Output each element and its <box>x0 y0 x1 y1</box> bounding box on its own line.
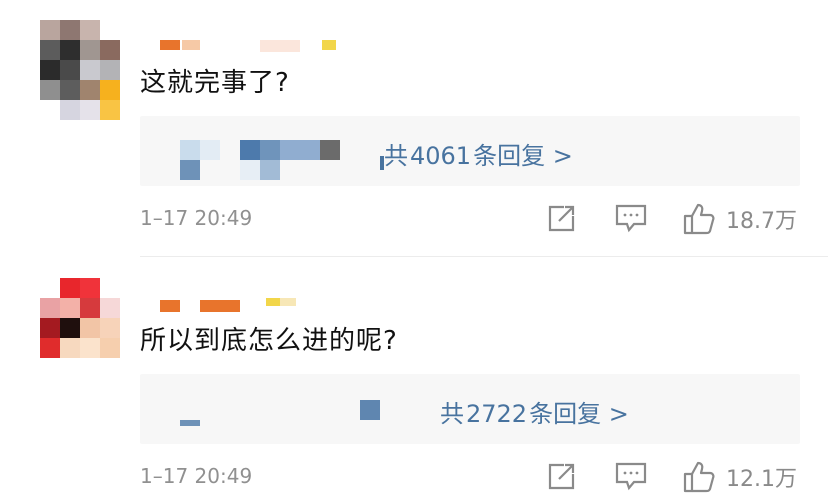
comment-icon <box>614 460 648 492</box>
comment-text: 所以到底怎么进的呢? <box>140 326 398 356</box>
share-icon <box>546 202 578 234</box>
like-button[interactable]: 18.7万 <box>682 202 797 236</box>
avatar[interactable] <box>40 20 120 120</box>
comment-timestamp: 1–17 20:49 <box>140 206 253 230</box>
reply-preview[interactable]: 共4061条回复 > <box>140 116 800 186</box>
like-count: 12.1万 <box>726 467 797 492</box>
reply-suffix: 条回复 > <box>529 400 629 428</box>
comment-button[interactable] <box>614 460 648 492</box>
share-button[interactable] <box>546 202 578 234</box>
reply-count-link[interactable]: 共4061条回复 > <box>384 136 573 171</box>
avatar[interactable] <box>40 278 120 378</box>
comment-text: 这就完事了? <box>140 68 290 98</box>
comment-button[interactable] <box>614 202 648 234</box>
reply-prefix: 共 <box>384 142 408 170</box>
comment-icon <box>614 202 648 234</box>
comment-timestamp: 1–17 20:49 <box>140 464 253 488</box>
thumbs-up-icon <box>682 202 716 236</box>
reply-count: 4061 <box>410 142 472 170</box>
reply-count: 2722 <box>466 400 528 428</box>
reply-prefix: 共 <box>440 400 464 428</box>
divider <box>140 256 828 257</box>
like-count: 18.7万 <box>726 209 797 234</box>
reply-count-link[interactable]: 共2722条回复 > <box>440 394 629 429</box>
share-button[interactable] <box>546 460 578 492</box>
reply-suffix: 条回复 > <box>473 142 573 170</box>
comment-item: 这就完事了? 共4061条回复 > 1–17 20:49 18.7万 <box>0 0 828 256</box>
reply-preview[interactable]: 共2722条回复 > <box>140 374 800 444</box>
like-button[interactable]: 12.1万 <box>682 460 797 494</box>
thumbs-up-icon <box>682 460 716 494</box>
comment-item: 所以到底怎么进的呢? 共2722条回复 > 1–17 20:49 12.1万 <box>0 258 828 494</box>
share-icon <box>546 460 578 492</box>
